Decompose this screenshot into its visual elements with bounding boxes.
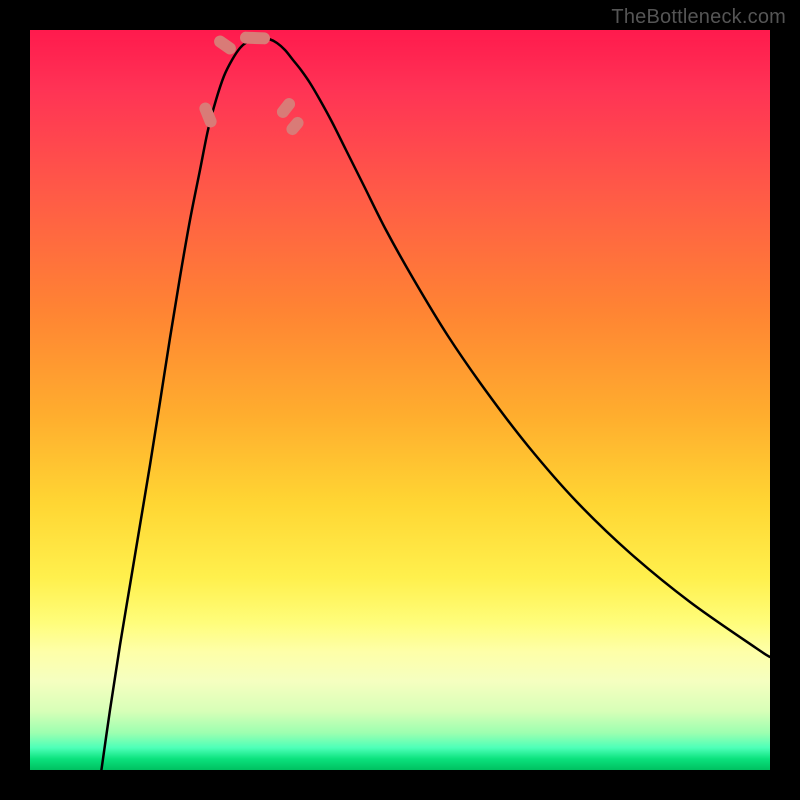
watermark-text: TheBottleneck.com	[611, 6, 786, 29]
marker	[212, 33, 239, 57]
curve-markers	[198, 31, 306, 137]
plot-area	[30, 30, 770, 770]
marker	[274, 96, 297, 121]
chart-svg	[30, 30, 770, 770]
chart-frame: TheBottleneck.com	[0, 0, 800, 800]
marker	[284, 114, 306, 137]
marker	[240, 31, 270, 44]
bottleneck-curve	[100, 38, 770, 770]
